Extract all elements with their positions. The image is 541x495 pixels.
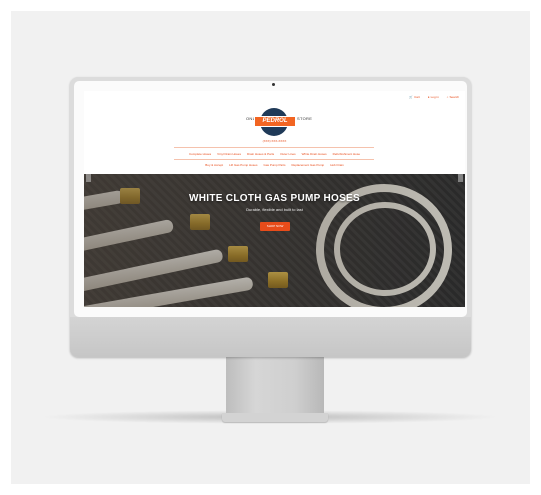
nav-link[interactable]: Refurbishment Hose xyxy=(333,152,360,156)
nav-link[interactable]: Vinyl Drain Hoses xyxy=(217,152,241,156)
phone-number: (XXX) XXX-XXXX xyxy=(262,139,287,143)
camera-icon xyxy=(272,83,275,86)
nav-link[interactable]: Drain Hoses & Parts xyxy=(247,152,274,156)
main-nav-row-1: Complete Hoses Vinyl Drain Hoses Drain Hos… xyxy=(84,152,465,156)
monitor-stand-base xyxy=(222,413,328,422)
website-screen: 🛒Cart ●Log in ⌕Search ONLINE PEDROL STOR… xyxy=(84,91,465,307)
monitor-stand xyxy=(226,357,324,415)
hero-title: WHITE CLOTH GAS PUMP HOSES xyxy=(189,193,360,204)
search-link[interactable]: ⌕ Search xyxy=(447,95,459,99)
main-nav-row-2: Buy & Accept Lift Gas Pump Hoses Gas Pump … xyxy=(84,163,465,167)
top-utility-bar: 🛒 Cart ● Log in ⌕ Search xyxy=(409,95,459,99)
cart-icon: 🛒 xyxy=(409,95,414,99)
search-icon: ⌕ xyxy=(446,95,449,99)
nav-divider-top xyxy=(174,147,374,148)
nav-link[interactable]: Outer Lines xyxy=(280,152,296,156)
monitor-chin xyxy=(70,317,471,357)
account-link[interactable]: ● Log in xyxy=(428,95,439,99)
carousel-prev-arrow[interactable] xyxy=(86,174,91,182)
user-icon: ● xyxy=(427,95,430,99)
carousel-next-arrow[interactable] xyxy=(458,174,463,182)
nav-link[interactable]: Complete Hoses xyxy=(189,152,211,156)
monitor: 🛒Cart ●Log in ⌕Search ONLINE PEDROL STOR… xyxy=(70,77,471,357)
nav-link[interactable]: White Drain Hoses xyxy=(302,152,327,156)
site-logo[interactable]: ONLINE PEDROL STORE xyxy=(84,108,465,138)
nav-link[interactable]: Replacement Gas Pump xyxy=(292,163,325,167)
hero-banner: WHITE CLOTH GAS PUMP HOSES Durable, flex… xyxy=(84,174,465,307)
logo-right-text: STORE xyxy=(297,116,313,121)
nav-link[interactable]: Lift Gas Pump Hoses xyxy=(229,163,257,167)
nav-link[interactable]: Hob Drain xyxy=(330,163,344,167)
nav-divider-middle xyxy=(174,159,374,160)
nav-link[interactable]: Gas Pump Parts xyxy=(263,163,285,167)
shop-now-button[interactable]: SHOP NOW xyxy=(260,222,290,231)
hero-subtitle: Durable, flexible and built to last xyxy=(246,207,303,212)
logo-brand: PEDROL xyxy=(254,116,296,127)
monitor-bezel: 🛒Cart ●Log in ⌕Search ONLINE PEDROL STOR… xyxy=(74,81,467,317)
nav-link[interactable]: Buy & Accept xyxy=(205,163,223,167)
cart-link[interactable]: 🛒 Cart xyxy=(409,95,419,99)
